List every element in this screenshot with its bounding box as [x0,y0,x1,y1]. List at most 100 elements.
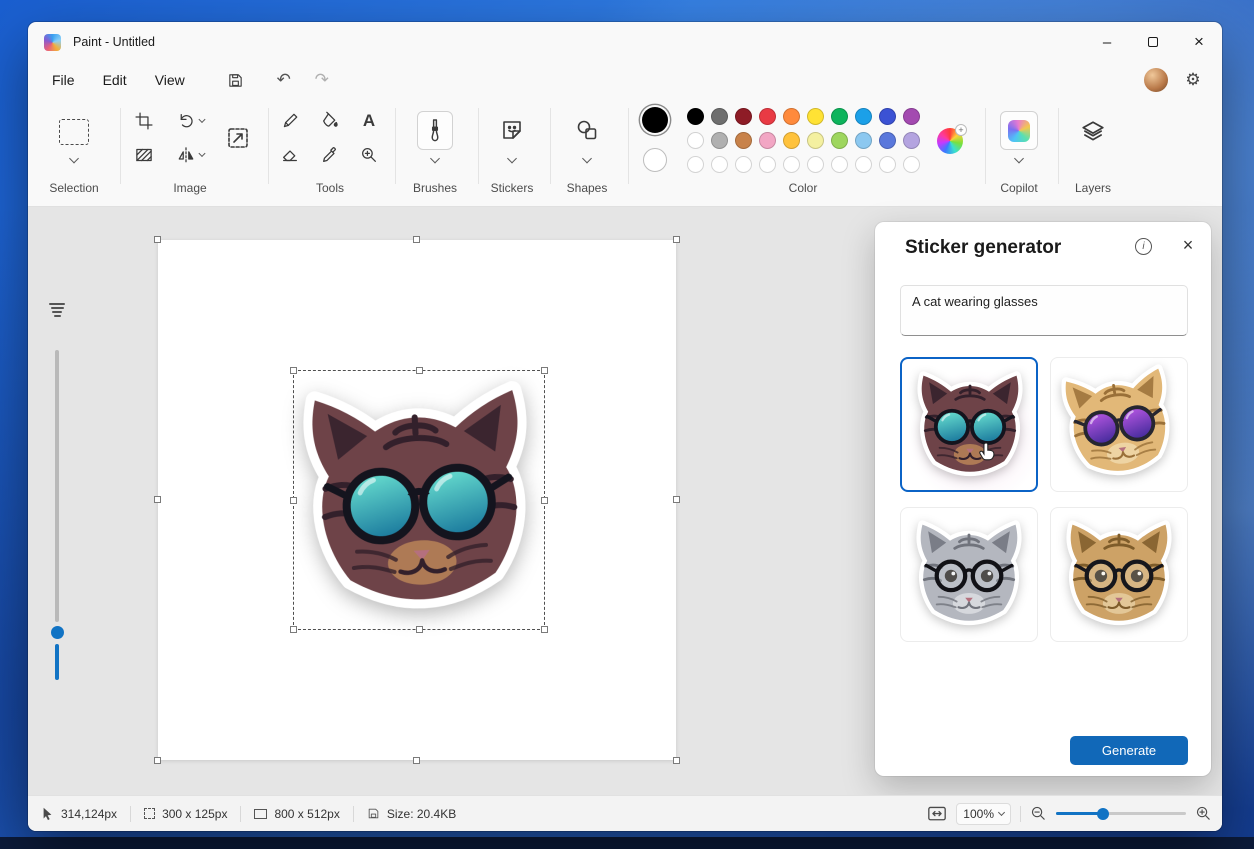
selection-handle[interactable] [541,367,548,374]
empty-color-slot[interactable] [879,156,896,173]
selection-dropdown[interactable] [69,153,79,164]
menu-file[interactable]: File [38,66,89,94]
sticker-result-2[interactable] [1050,357,1188,492]
pencil-tool-button[interactable] [281,112,300,131]
empty-color-slot[interactable] [711,156,728,173]
resize-button[interactable] [226,126,250,150]
flip-dropdown[interactable] [198,149,206,158]
color-swatch[interactable] [711,132,728,149]
generate-button[interactable]: Generate [1070,736,1188,765]
panel-close-button[interactable]: × [1175,232,1201,258]
canvas-resize-handle[interactable] [413,757,420,764]
zoom-level-dropdown[interactable]: 100% [956,802,1011,825]
rotate-button[interactable] [177,112,196,131]
color-swatch[interactable] [735,132,752,149]
copilot-dropdown[interactable] [1014,153,1024,164]
canvas-resize-handle[interactable] [154,757,161,764]
color-swatch[interactable] [879,108,896,125]
info-button[interactable]: i [1135,238,1152,255]
empty-color-slot[interactable] [807,156,824,173]
copilot-button[interactable] [1000,111,1038,150]
eraser-tool-button[interactable] [281,146,300,165]
color-swatch[interactable] [831,108,848,125]
selection-handle[interactable] [290,367,297,374]
redo-button[interactable]: ↷ [307,66,337,94]
canvas-resize-handle[interactable] [673,236,680,243]
empty-color-slot[interactable] [903,156,920,173]
empty-color-slot[interactable] [735,156,752,173]
shapes-dropdown[interactable] [582,153,592,164]
canvas-resize-handle[interactable] [413,236,420,243]
color-swatch[interactable] [687,132,704,149]
zoom-out-icon[interactable] [1030,805,1047,822]
maximize-button[interactable] [1130,22,1176,62]
empty-color-slot[interactable] [855,156,872,173]
selection-handle[interactable] [541,626,548,633]
selection-handle[interactable] [290,626,297,633]
color-swatch[interactable] [855,108,872,125]
brushes-dropdown[interactable] [430,153,440,164]
color-swatch[interactable] [759,132,776,149]
magnifier-tool-button[interactable] [360,146,379,165]
fill-tool-button[interactable] [321,111,340,131]
primary-color-swatch[interactable] [642,107,668,133]
canvas-cat-sticker[interactable] [292,369,547,631]
selection-handle[interactable] [290,497,297,504]
save-button[interactable] [221,66,251,94]
selection-handle[interactable] [416,626,423,633]
stickers-button[interactable] [500,118,524,142]
zoom-in-icon[interactable] [1195,805,1212,822]
color-swatch[interactable] [807,108,824,125]
settings-button[interactable]: ⚙ [1178,66,1208,94]
color-swatch[interactable] [711,108,728,125]
stickers-dropdown[interactable] [507,153,517,164]
color-picker-tool-button[interactable] [321,146,340,165]
empty-color-slot[interactable] [783,156,800,173]
selection-handle[interactable] [541,497,548,504]
select-pattern-button[interactable] [135,146,154,165]
color-swatch[interactable] [735,108,752,125]
empty-color-slot[interactable] [687,156,704,173]
color-swatch[interactable] [807,132,824,149]
color-swatch[interactable] [687,108,704,125]
color-swatch[interactable] [903,132,920,149]
crop-button[interactable] [135,112,154,131]
sticker-result-1[interactable] [900,357,1038,492]
close-button[interactable]: × [1176,22,1222,62]
menu-view[interactable]: View [141,66,199,94]
selection-handle[interactable] [416,367,423,374]
taskbar[interactable] [0,837,1254,849]
flip-button[interactable] [177,146,196,165]
color-swatch[interactable] [855,132,872,149]
minimize-button[interactable]: – [1084,22,1130,62]
layers-button[interactable] [1080,119,1106,145]
sticker-result-3[interactable] [900,507,1038,642]
color-swatch[interactable] [783,108,800,125]
secondary-color-swatch[interactable] [643,148,667,172]
canvas-resize-handle[interactable] [673,757,680,764]
selection-tool-button[interactable] [59,119,89,145]
zoom-slider-thumb[interactable] [1096,807,1109,820]
text-tool-button[interactable]: A [363,111,375,131]
color-swatch[interactable] [831,132,848,149]
canvas-resize-handle[interactable] [154,496,161,503]
rotate-dropdown[interactable] [198,115,206,124]
empty-color-slot[interactable] [831,156,848,173]
color-swatch[interactable] [783,132,800,149]
zoom-slider[interactable] [1056,807,1186,820]
prompt-input[interactable]: A cat wearing glasses [900,285,1188,336]
canvas-resize-handle[interactable] [154,236,161,243]
color-swatch[interactable] [903,108,920,125]
color-swatch[interactable] [759,108,776,125]
slider-thumb[interactable] [50,625,64,639]
canvas-selection[interactable] [290,367,548,633]
canvas-resize-handle[interactable] [673,496,680,503]
sticker-result-4[interactable] [1050,507,1188,642]
color-swatch[interactable] [879,132,896,149]
menu-edit[interactable]: Edit [89,66,141,94]
fit-to-screen-icon[interactable] [927,805,947,823]
edit-colors-button[interactable]: + [937,124,967,154]
shapes-button[interactable] [575,118,599,142]
undo-button[interactable]: ↶ [269,66,299,94]
brushes-button[interactable] [417,111,453,150]
